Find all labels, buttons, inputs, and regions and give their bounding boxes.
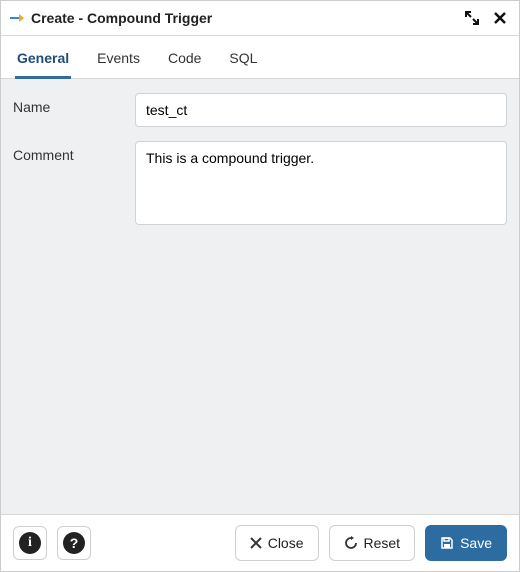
comment-input[interactable]: [135, 141, 507, 225]
close-icon: [250, 537, 262, 549]
comment-row: Comment: [13, 141, 507, 228]
arrow-right-icon: [9, 10, 25, 26]
help-button[interactable]: ?: [57, 526, 91, 560]
expand-icon: [465, 11, 479, 25]
reset-button-label: Reset: [364, 535, 401, 551]
maximize-button[interactable]: [461, 7, 483, 29]
save-button[interactable]: Save: [425, 525, 507, 561]
reset-icon: [344, 536, 358, 550]
name-row: Name: [13, 93, 507, 127]
comment-label: Comment: [13, 141, 123, 163]
tab-code[interactable]: Code: [166, 44, 203, 79]
info-button[interactable]: i: [13, 526, 47, 560]
save-icon: [440, 536, 454, 550]
close-icon: [493, 11, 507, 25]
help-icon: ?: [63, 532, 85, 554]
close-button[interactable]: Close: [235, 525, 319, 561]
footer: i ? Close Reset Save: [1, 514, 519, 571]
name-input[interactable]: [135, 93, 507, 127]
tab-sql[interactable]: SQL: [227, 44, 259, 79]
create-compound-trigger-dialog: Create - Compound Trigger General Events…: [0, 0, 520, 572]
info-icon: i: [19, 532, 41, 554]
form-body: Name Comment: [1, 79, 519, 514]
save-button-label: Save: [460, 535, 492, 551]
close-dialog-button[interactable]: [489, 7, 511, 29]
tab-general[interactable]: General: [15, 44, 71, 79]
tab-events[interactable]: Events: [95, 44, 142, 79]
close-button-label: Close: [268, 535, 304, 551]
tabs: General Events Code SQL: [1, 36, 519, 79]
reset-button[interactable]: Reset: [329, 525, 416, 561]
dialog-title: Create - Compound Trigger: [31, 10, 212, 26]
name-label: Name: [13, 93, 123, 115]
titlebar: Create - Compound Trigger: [1, 1, 519, 36]
